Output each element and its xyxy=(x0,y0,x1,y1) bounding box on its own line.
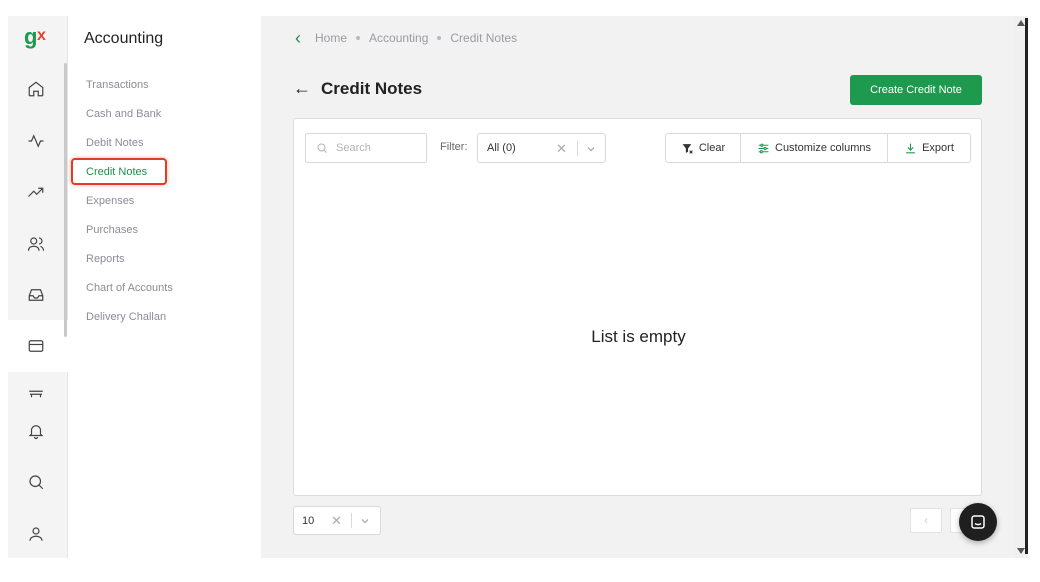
customize-columns-button[interactable]: Customize columns xyxy=(741,134,888,162)
clear-selection-icon[interactable]: ✕ xyxy=(331,513,342,529)
chevron-down-icon[interactable] xyxy=(585,143,597,155)
chevron-left-icon[interactable]: ‹ xyxy=(295,29,301,47)
search-input[interactable]: Search xyxy=(305,133,427,163)
sidebar-item-expenses[interactable]: Expenses xyxy=(86,195,134,207)
search-icon xyxy=(317,143,327,153)
sidebar-item-delivery-challan[interactable]: Delivery Challan xyxy=(86,311,166,323)
sidebar-item-purchases[interactable]: Purchases xyxy=(86,224,138,236)
download-icon xyxy=(906,143,915,153)
list-toolbar: Clear Customize columns Export xyxy=(665,133,971,163)
previous-page-button[interactable]: ‹ xyxy=(910,508,942,533)
page-header: ← Credit Notes xyxy=(293,78,422,99)
bell-icon[interactable] xyxy=(26,421,46,441)
filter-clear-icon xyxy=(682,143,693,154)
filter-select[interactable]: All (0) ✕ xyxy=(477,133,606,163)
breadcrumb: ‹ Home Accounting Credit Notes xyxy=(295,29,518,47)
chevron-down-icon[interactable] xyxy=(359,515,371,527)
user-icon[interactable] xyxy=(26,524,46,544)
rail-scrollbar[interactable] xyxy=(64,63,67,337)
empty-state-text: List is empty xyxy=(591,327,686,346)
export-label: Export xyxy=(922,142,954,154)
home-icon[interactable] xyxy=(26,79,46,99)
store-icon[interactable] xyxy=(26,385,46,405)
customize-columns-label: Customize columns xyxy=(775,142,871,154)
activity-icon[interactable] xyxy=(26,131,46,151)
clear-selection-icon[interactable]: ✕ xyxy=(556,141,567,157)
scroll-down-icon[interactable] xyxy=(1017,548,1025,554)
page-size-select[interactable]: 10 ✕ xyxy=(293,506,381,535)
search-placeholder: Search xyxy=(336,142,371,154)
inbox-icon[interactable] xyxy=(26,285,46,305)
arrow-left-icon[interactable]: ← xyxy=(293,78,311,99)
breadcrumb-credit-notes: Credit Notes xyxy=(450,31,518,45)
svg-text:g: g xyxy=(24,24,37,49)
sidebar-item-debit-notes[interactable]: Debit Notes xyxy=(86,137,143,149)
window-scrollbar[interactable] xyxy=(1014,16,1028,558)
breadcrumb-separator xyxy=(437,36,442,40)
users-icon[interactable] xyxy=(26,234,46,254)
create-credit-note-button[interactable]: Create Credit Note xyxy=(850,75,982,105)
breadcrumb-accounting[interactable]: Accounting xyxy=(369,31,428,45)
svg-text:x: x xyxy=(37,27,46,44)
main-content: ‹ Home Accounting Credit Notes ← Credit … xyxy=(261,16,1014,558)
page-title: Credit Notes xyxy=(321,78,423,98)
sidebar-item-chart-of-accounts[interactable]: Chart of Accounts xyxy=(86,282,173,294)
sidebar-item-cash-and-bank[interactable]: Cash and Bank xyxy=(86,108,161,120)
chat-support-button[interactable] xyxy=(959,503,997,541)
app-window: g x Accounting Transactions Cash and Ban… xyxy=(8,16,1014,558)
credit-card-icon[interactable] xyxy=(26,336,46,356)
clear-label: Clear xyxy=(698,142,726,154)
select-divider xyxy=(351,513,352,528)
accounting-sidebar: Accounting Transactions Cash and Bank De… xyxy=(68,16,261,558)
scroll-up-icon[interactable] xyxy=(1017,20,1025,26)
clear-button[interactable]: Clear xyxy=(666,134,741,162)
page-size-value: 10 xyxy=(302,515,315,527)
sliders-icon xyxy=(758,143,769,153)
export-button[interactable]: Export xyxy=(888,134,970,162)
search-icon[interactable] xyxy=(26,472,46,492)
brand-logo[interactable]: g x xyxy=(22,24,54,52)
chevron-left-icon: ‹ xyxy=(924,514,928,527)
select-divider xyxy=(577,141,578,156)
sidebar-item-transactions[interactable]: Transactions xyxy=(86,79,149,91)
sidebar-item-reports[interactable]: Reports xyxy=(86,253,125,265)
credit-notes-list-card: Search Filter: All (0) ✕ Clear Customize… xyxy=(293,118,982,496)
filter-value: All (0) xyxy=(487,142,516,154)
sidebar-title: Accounting xyxy=(84,30,164,47)
icon-rail: g x xyxy=(8,16,68,558)
breadcrumb-home[interactable]: Home xyxy=(315,31,347,45)
trending-up-icon[interactable] xyxy=(26,182,46,202)
scrollbar-thumb[interactable] xyxy=(1025,18,1028,554)
filter-label: Filter: xyxy=(440,141,468,153)
breadcrumb-separator xyxy=(356,36,361,40)
sidebar-item-credit-notes[interactable]: Credit Notes xyxy=(86,166,147,178)
chat-icon xyxy=(971,515,985,529)
